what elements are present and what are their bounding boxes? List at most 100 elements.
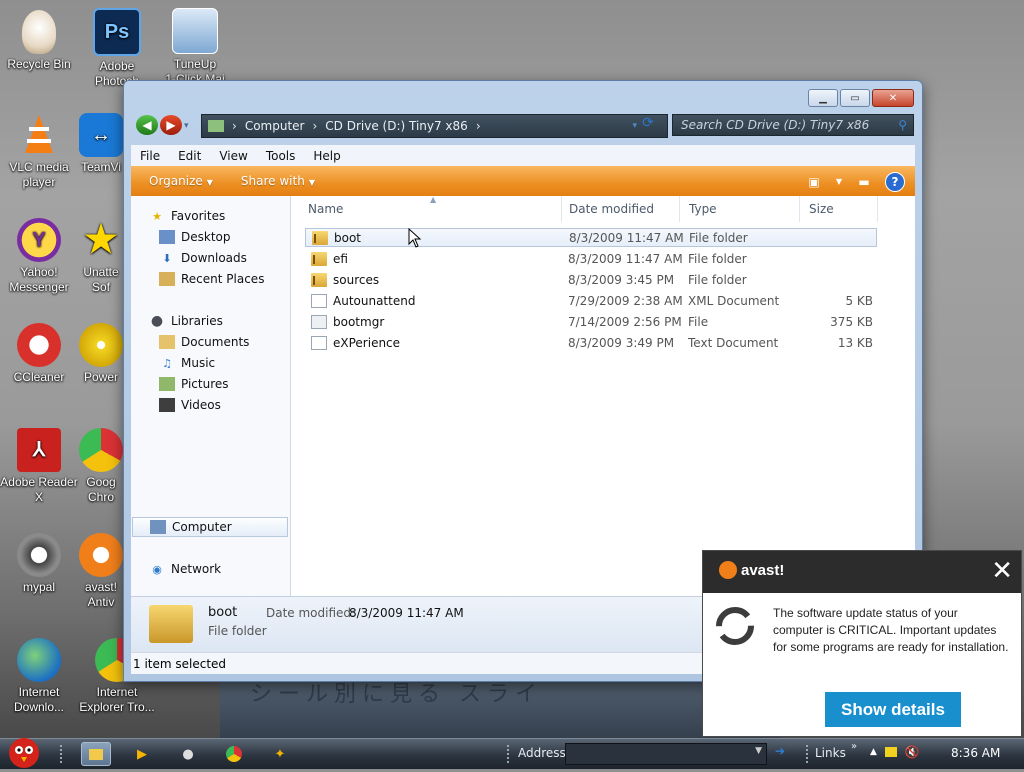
file-name-text: sources [333,272,380,287]
column-header-date-modified[interactable]: Date modified [560,196,680,222]
desktop-icon-recycle-bin[interactable]: Recycle Bin [0,10,78,72]
menu-file[interactable]: File [131,149,169,163]
show-hidden-icons-icon[interactable]: ▲ [870,747,877,757]
desktop-icon-tuneup[interactable]: TuneUp 1-Click Mai [156,8,234,87]
chevron-down-icon[interactable]: ▼ [755,746,762,756]
desktop-icon-mypal[interactable]: mypal [0,533,78,595]
file-name: bootmgr [311,314,384,329]
star-icon: ★ [152,209,162,223]
back-button[interactable]: ◀ [136,115,158,135]
links-overflow-chevron[interactable]: » [851,741,857,752]
column-header-size[interactable]: Size [800,196,878,222]
libraries-icon: ● [150,313,164,329]
taskbar-explorer-button[interactable] [81,742,111,766]
action-center-icon[interactable] [884,747,897,757]
search-input[interactable]: Search CD Drive (D:) Tiny7 x86 ⚲ [672,114,914,136]
taskbar-chrome-button[interactable] [219,742,249,766]
breadcrumb-cd-drive[interactable]: CD Drive (D:) Tiny7 x86 [325,119,468,133]
table-row[interactable]: bootmgr 7/14/2009 2:56 PM File 375 KB [305,312,877,331]
desktop-icon-label: Internet [18,685,60,699]
desktop-icon-unattended[interactable]: ★ Unatte Sof [78,218,124,295]
teamviewer-icon: ↔ [79,113,123,157]
desktop-icon-photoshop[interactable]: Ps Adobe Photosh [78,8,156,89]
minimize-button[interactable]: ▁ [808,89,838,107]
refresh-icon[interactable]: ⟳ [637,115,659,133]
address-toolbar-input[interactable]: ▼ [565,743,767,765]
nav-network[interactable]: ◉ Network [149,559,306,579]
change-view-icon[interactable]: ▣ [805,173,823,191]
forward-button[interactable]: ▶ [160,115,182,135]
desktop-icon-google-chrome[interactable]: Goog Chro [78,428,124,505]
close-icon[interactable]: ✕ [991,557,1013,585]
desktop-icon-teamviewer[interactable]: ↔ TeamVi [78,113,124,175]
volume-muted-icon[interactable]: 🔇 [905,745,920,759]
address-bar[interactable]: › Computer › CD Drive (D:) Tiny7 x86 › ▾ [201,114,668,138]
start-button[interactable] [2,733,46,769]
menu-edit[interactable]: Edit [169,149,210,163]
desktop-icon-yahoo-messenger[interactable]: Y Yahoo! Messenger [0,218,78,295]
desktop-icon-label: Messenger [9,280,69,294]
table-row[interactable]: eXPerience 8/3/2009 3:49 PM Text Documen… [305,333,877,352]
nav-label: Desktop [181,230,231,244]
avast-header: avast! ✕ [703,551,1021,593]
desktop-icon-label: avast! [84,580,117,594]
table-row[interactable]: boot 8/3/2009 11:47 AM File folder [305,228,877,247]
links-toolbar-label[interactable]: Links [815,746,846,760]
file-type: File folder [688,272,747,287]
view-options-chevron-icon[interactable]: ▼ [835,173,843,191]
desktop-icon-ccleaner[interactable]: CCleaner [0,323,78,385]
organize-button[interactable]: Organize ▼ [131,174,223,188]
file-size: 13 KB [837,335,873,350]
share-with-button[interactable]: Share with ▼ [223,174,325,188]
close-button[interactable]: ✕ [872,89,914,107]
preview-pane-icon[interactable]: ▬ [855,173,873,191]
file-name-text: eXPerience [333,335,401,350]
network-icon: ◉ [152,562,162,576]
avast-icon [79,533,123,577]
maximize-button[interactable]: ▭ [840,89,870,107]
desktop-icon-internet-download-manager[interactable]: Internet Downlo... [0,638,78,715]
yahoo-messenger-icon: Y [17,218,61,262]
clock[interactable]: 8:36 AM [951,746,1000,760]
toolbar-grip[interactable] [507,745,513,763]
desktop-icon-adobe-reader[interactable]: ⅄ Adobe Reader X [0,428,78,505]
videos-icon [159,398,175,412]
taskbar: ▶ ● ✦ Address ▼ ➔ Links » ▲ 🔇 8:36 AM [0,738,1024,769]
file-type: File folder [688,251,747,266]
search-placeholder: Search CD Drive (D:) Tiny7 x86 [681,118,870,132]
folder-icon [311,251,327,266]
recent-pages-chevron-icon[interactable]: ▾ [184,115,189,135]
desktop-icon-label: Recycle Bin [7,57,71,71]
nav-label: Pictures [181,377,229,391]
taskbar-media-player-button[interactable]: ▶ [127,742,157,766]
nav-libraries[interactable]: ● Libraries [149,311,306,331]
taskbar-mypal-button[interactable]: ● [173,742,203,766]
desktop-icon-power[interactable]: Power [78,323,124,385]
table-row[interactable]: sources 8/3/2009 3:45 PM File folder [305,270,877,289]
table-row[interactable]: Autounattend 7/29/2009 2:38 AM XML Docum… [305,291,877,310]
desktop-icon-vlc[interactable]: VLC media player [0,113,78,190]
desktop-icon-label: Goog [86,475,116,489]
table-row[interactable]: efi 8/3/2009 11:47 AM File folder [305,249,877,268]
xml-document-icon [311,293,327,308]
nav-favorites[interactable]: ★ Favorites [149,206,306,226]
menu-view[interactable]: View [210,149,256,163]
links-grip[interactable] [806,745,812,763]
file-size: 5 KB [845,293,873,308]
desktop-icon-avast[interactable]: avast! Antiv [78,533,124,610]
taskbar-app-button[interactable]: ✦ [265,742,295,766]
show-details-button[interactable]: Show details [825,692,961,727]
share-with-label: Share with [240,174,305,188]
column-header-name[interactable]: Name ▲ [299,195,562,222]
breadcrumb-computer[interactable]: Computer [245,119,305,133]
app-icon: ✦ [274,746,286,762]
taskbar-grip[interactable] [60,745,66,763]
go-arrow-icon[interactable]: ➔ [770,744,790,762]
help-icon[interactable]: ? [885,172,905,192]
nav-computer[interactable]: Computer [132,517,288,537]
avast-brand: avast! [741,561,785,579]
menu-help[interactable]: Help [304,149,349,163]
search-icon[interactable]: ⚲ [898,118,907,132]
menu-tools[interactable]: Tools [257,149,305,163]
column-header-type[interactable]: Type [680,196,800,222]
